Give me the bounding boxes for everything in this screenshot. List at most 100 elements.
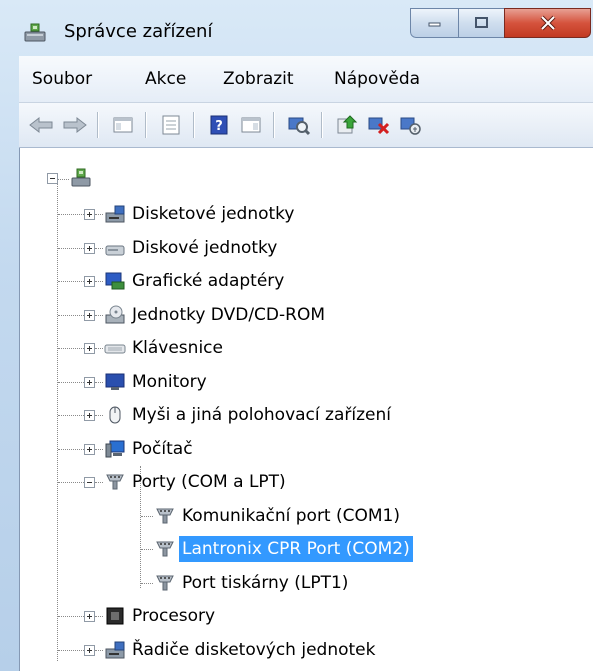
minimize-icon [428, 22, 440, 27]
toolbar-separator [321, 112, 323, 138]
tree-item-selected[interactable]: Lantronix CPR Port (COM2) [154, 535, 413, 563]
tree-connector [58, 482, 84, 484]
port-icon [154, 538, 176, 560]
tree-item-label: Počítač [132, 438, 193, 459]
expand-expander[interactable] [84, 209, 95, 220]
scan-hardware-button[interactable] [285, 111, 313, 139]
tree-connector [95, 448, 103, 451]
tree-item[interactable]: Grafické adaptéry [104, 267, 287, 295]
disable-button[interactable] [397, 111, 425, 139]
tree-root[interactable] [70, 164, 95, 192]
tree-item[interactable]: Jednotky DVD/CD-ROM [104, 301, 328, 329]
tree-connector [141, 515, 153, 518]
tree-item[interactable]: Porty (COM a LPT) [104, 468, 289, 496]
update-driver-button[interactable] [333, 111, 361, 139]
menu-view[interactable]: Zobrazit [223, 56, 294, 102]
expand-expander[interactable] [84, 376, 95, 388]
caption-buttons [410, 8, 592, 38]
root-collapse-expander[interactable] [47, 173, 58, 184]
expand-expander[interactable] [84, 309, 95, 321]
tree-connector [95, 381, 103, 384]
tree-connector [95, 348, 103, 350]
monitor-icon [104, 371, 126, 393]
tree-connector [95, 214, 103, 216]
uninstall-button[interactable] [365, 111, 393, 139]
menu-bar: Soubor Akce Zobrazit Nápověda [19, 56, 593, 103]
expand-expander[interactable] [84, 644, 95, 656]
tree-connector [58, 314, 84, 317]
title-bar[interactable]: Správce zařízení [0, 0, 593, 56]
tree-item-label: Diskové jednotky [132, 237, 278, 258]
tree-connector [95, 482, 103, 484]
tree-item-label: Řadiče disketových jednotek [132, 639, 376, 660]
back-button[interactable] [27, 111, 55, 139]
console-tree-button[interactable] [109, 111, 137, 139]
tree-item-label: Jednotky DVD/CD-ROM [132, 304, 326, 325]
processor-icon [104, 605, 126, 627]
toolbar-separator [193, 112, 195, 138]
close-button[interactable] [504, 8, 591, 38]
collapse-expander[interactable] [84, 477, 95, 488]
window-title: Správce zařízení [64, 21, 213, 42]
tree-item[interactable]: Port tiskárny (LPT1) [154, 569, 351, 597]
device-tree[interactable]: Disketové jednotky Diskové jednotky Grafic… [19, 148, 593, 671]
minimize-button[interactable] [410, 8, 459, 38]
tree-connector [58, 616, 84, 618]
port-icon [154, 572, 176, 594]
tree-connector [141, 549, 153, 551]
show-hide-console-tree-icon [113, 117, 133, 133]
mouse-icon [104, 404, 126, 426]
menu-help[interactable]: Nápověda [334, 56, 420, 102]
expand-expander[interactable] [84, 443, 95, 455]
tree-connector [95, 649, 103, 652]
device-manager-app-icon [22, 22, 48, 44]
tree-connector [95, 415, 103, 417]
tree-connector [95, 616, 103, 618]
tree-item-label: Grafické adaptéry [132, 271, 285, 291]
port-icon [104, 471, 126, 493]
uninstall-device-icon [368, 117, 390, 135]
maximize-button[interactable] [458, 8, 505, 38]
toolbar-separator [145, 112, 147, 138]
expand-expander[interactable] [84, 343, 95, 354]
forward-button[interactable] [61, 111, 89, 139]
tree-item-label: Port tiskárny (LPT1) [182, 572, 349, 593]
tree-item[interactable]: Klávesnice [104, 334, 226, 362]
device-manager-window: Správce zařízení Soubor Akce Zobrazit Ná… [0, 0, 593, 671]
tree-connector [58, 381, 84, 384]
computer-root-icon [70, 167, 92, 189]
tree-item[interactable]: Procesory [104, 602, 218, 630]
floppy-drive-icon [104, 203, 126, 225]
expand-expander[interactable] [84, 242, 95, 254]
tree-connector [141, 582, 153, 585]
toolbar-separator [97, 112, 99, 138]
help-icon: ? [210, 115, 228, 135]
tree-item[interactable]: Řadiče disketových jednotek [104, 636, 378, 664]
menu-file[interactable]: Soubor [32, 56, 92, 102]
tree-item-label: Monitory [132, 371, 207, 392]
expand-expander[interactable] [84, 276, 95, 287]
expand-expander[interactable] [84, 410, 95, 421]
tree-connector [95, 247, 103, 250]
menu-action[interactable]: Akce [145, 56, 186, 102]
tree-item[interactable]: Diskové jednotky [104, 234, 280, 262]
show-action-pane-icon [241, 117, 261, 133]
tree-item[interactable]: Komunikační port (COM1) [154, 502, 403, 530]
display-adapter-icon [104, 270, 126, 292]
tree-item[interactable]: Myši a jiná polohovací zařízení [104, 401, 394, 429]
tree-connector [58, 179, 69, 181]
tree-item-label: Klávesnice [132, 338, 223, 358]
tree-item[interactable]: Počítač [104, 435, 196, 463]
action-pane-button[interactable] [237, 111, 265, 139]
keyboard-icon [104, 337, 126, 359]
tree-connector [58, 281, 84, 283]
tree-item-label: Porty (COM a LPT) [132, 472, 286, 492]
tree-connector [58, 348, 84, 350]
properties-button[interactable] [157, 111, 185, 139]
help-button[interactable]: ? [205, 111, 233, 139]
dvd-drive-icon [104, 304, 126, 326]
expand-expander[interactable] [84, 611, 95, 622]
tree-item[interactable]: Monitory [104, 368, 210, 396]
forward-arrow-icon [63, 116, 87, 134]
tree-item[interactable]: Disketové jednotky [104, 200, 297, 228]
